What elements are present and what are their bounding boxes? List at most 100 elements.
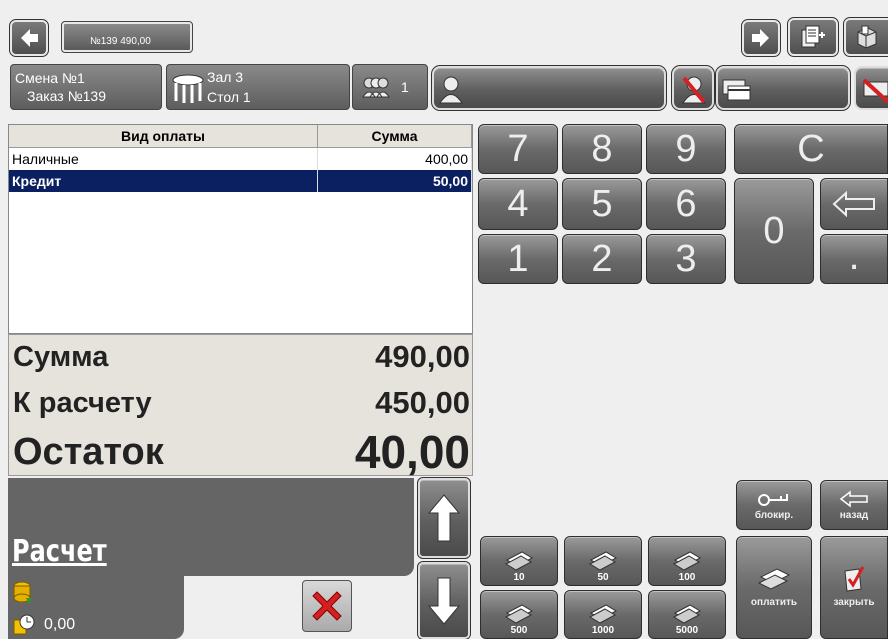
back-button[interactable]: назад (820, 480, 888, 530)
guests-icon (362, 77, 390, 98)
close-order-button[interactable]: закрыть (820, 536, 888, 639)
amount-cell: 400,00 (317, 147, 472, 170)
rest-label: Остаток (13, 431, 164, 473)
block-label: блокир. (754, 509, 794, 521)
amount-cell: 50,00 (317, 170, 472, 192)
guests-count: 1 (401, 79, 409, 95)
sum-value: 490,00 (375, 339, 470, 374)
banknote-icon (504, 604, 534, 624)
arrow-left-icon (21, 29, 38, 47)
table-row[interactable]: Наличные 400,00 (9, 147, 472, 170)
coins-icon (13, 581, 32, 604)
money-button-5000[interactable]: 5000 (648, 590, 726, 639)
banknote-icon (588, 551, 618, 571)
timer-icon (13, 614, 35, 635)
money-button-500[interactable]: 500 (480, 590, 558, 639)
rest-value: 40,00 (354, 426, 470, 478)
key-9[interactable]: 9 (646, 124, 726, 174)
document-button[interactable] (787, 17, 839, 57)
block-button[interactable]: блокир. (736, 480, 812, 530)
money-value: 100 (678, 572, 696, 583)
scroll-up-button[interactable] (417, 477, 471, 559)
key-7[interactable]: 7 (478, 124, 558, 174)
money-button-50[interactable]: 50 (564, 536, 642, 586)
sum-label: Сумма (13, 341, 109, 373)
hall-table-info[interactable]: Зал 3 Стол 1 (166, 64, 350, 110)
order-summary-label: №139 490,00 (90, 36, 151, 47)
payment-type-cell: Кредит (9, 170, 318, 192)
checkmark-doc-icon (844, 566, 865, 592)
back-label: назад (839, 509, 869, 521)
card-remove-icon (862, 78, 888, 104)
banknotes-icon (757, 568, 791, 590)
key-5[interactable]: 5 (562, 178, 642, 230)
card-icon (722, 79, 751, 101)
banknote-icon (588, 604, 618, 624)
order-number-label: Заказ №139 (27, 88, 106, 104)
arrow-down-icon (427, 577, 461, 625)
shift-label: Смена №1 (15, 70, 85, 86)
client-button[interactable] (431, 65, 667, 111)
scroll-down-button[interactable] (417, 561, 471, 639)
printer-button[interactable] (843, 17, 888, 57)
banknote-icon (672, 551, 702, 571)
printer-icon (857, 25, 877, 49)
order-summary-box: №139 490,00 (61, 21, 193, 53)
money-value: 500 (510, 625, 528, 636)
money-button-1000[interactable]: 1000 (564, 590, 642, 639)
guests-info[interactable]: 1 (352, 64, 428, 110)
money-value: 5000 (675, 625, 699, 636)
document-icon (801, 25, 825, 48)
due-value: 450,00 (375, 385, 470, 420)
key-dot[interactable]: . (820, 234, 888, 284)
hall-label: Зал 3 (207, 69, 244, 85)
arrow-right-icon (752, 29, 769, 47)
pay-button[interactable]: оплатить (736, 536, 812, 639)
settle-panel[interactable]: Расчет (8, 478, 414, 576)
backspace-arrow-icon (832, 191, 875, 217)
arrow-up-icon (427, 494, 461, 542)
back-arrow-icon (839, 489, 868, 508)
cancel-x-icon (312, 591, 342, 621)
forward-arrow-button[interactable] (741, 19, 781, 57)
table-row-selected[interactable]: Кредит 50,00 (9, 170, 472, 192)
back-arrow-button[interactable] (9, 19, 49, 57)
key-0[interactable]: 0 (734, 178, 814, 284)
key-6[interactable]: 6 (646, 178, 726, 230)
due-label: К расчету (13, 387, 152, 419)
column-header-amount[interactable]: Сумма (317, 125, 472, 148)
pay-label: оплатить (750, 597, 798, 608)
client-icon (439, 76, 463, 104)
settle-title: Расчет (12, 534, 107, 569)
banknote-icon (672, 604, 702, 624)
money-button-10[interactable]: 10 (480, 536, 558, 586)
remove-card-button[interactable] (854, 66, 888, 110)
banknote-icon (504, 551, 534, 571)
key-2[interactable]: 2 (562, 234, 642, 284)
key-backspace[interactable] (820, 178, 888, 230)
key-8[interactable]: 8 (562, 124, 642, 174)
key-1[interactable]: 1 (478, 234, 558, 284)
discount-card-button[interactable] (715, 65, 851, 111)
payment-table: Вид оплаты Сумма Наличные 400,00 Кредит … (8, 124, 473, 334)
money-value: 1000 (591, 625, 615, 636)
shift-order-info: Смена №1 Заказ №139 (10, 64, 162, 110)
money-value: 10 (513, 572, 525, 583)
key-clear[interactable]: C (734, 124, 888, 174)
table-label: Стол 1 (207, 89, 251, 105)
totals-panel: Сумма 490,00 К расчету 450,00 Остаток 40… (8, 334, 473, 478)
key-4[interactable]: 4 (478, 178, 558, 230)
money-value: 50 (597, 572, 609, 583)
table-icon (172, 74, 204, 103)
balance-value: 0,00 (44, 616, 76, 633)
money-button-100[interactable]: 100 (648, 536, 726, 586)
close-label: закрыть (833, 597, 875, 608)
client-remove-icon (682, 76, 706, 104)
payment-type-cell: Наличные (9, 147, 318, 170)
balance-panel: 0,00 (8, 576, 184, 639)
cancel-button[interactable] (302, 580, 352, 632)
key-lock-icon (758, 493, 788, 506)
column-header-payment-type[interactable]: Вид оплаты (9, 125, 318, 148)
key-3[interactable]: 3 (646, 234, 726, 284)
remove-client-button[interactable] (671, 65, 715, 111)
